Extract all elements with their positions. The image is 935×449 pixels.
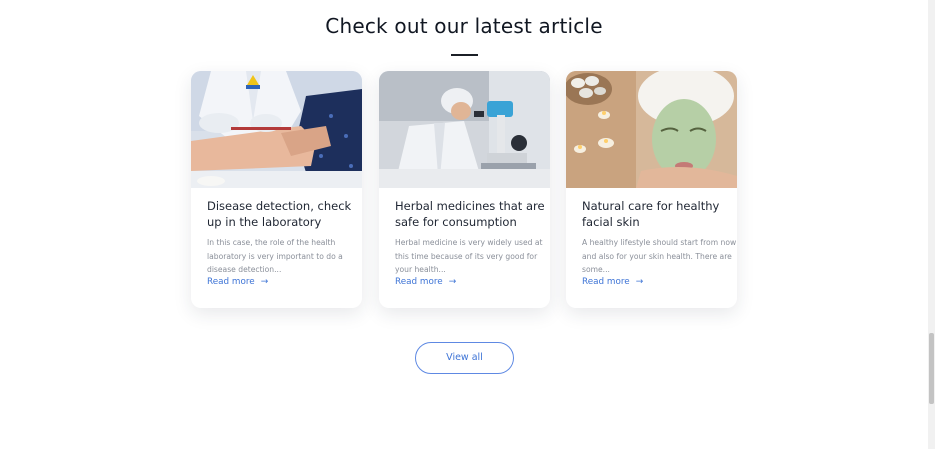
article-card[interactable]: Herbal medicines that are safe for consu…	[379, 71, 550, 308]
arrow-right-icon: →	[448, 277, 457, 287]
article-excerpt: Herbal medicine is very widely used at t…	[395, 238, 543, 275]
read-more-label: Read more	[207, 277, 255, 287]
article-card[interactable]: Natural care for healthy facial skin A h…	[566, 71, 737, 308]
scrollbar-thumb[interactable]	[929, 333, 934, 404]
arrow-right-icon: →	[260, 277, 269, 287]
section-title: Check out our latest article	[325, 14, 603, 38]
title-divider	[451, 54, 478, 56]
view-all-button[interactable]: View all	[415, 342, 514, 374]
article-image-lab[interactable]	[191, 71, 362, 188]
articles-section: Check out our latest article Disease det…	[0, 0, 928, 449]
read-more-link[interactable]: Read more →	[395, 277, 456, 287]
article-card[interactable]: Disease detection, check up in the labor…	[191, 71, 362, 308]
article-excerpt: In this case, the role of the health lab…	[207, 238, 343, 275]
article-image-microscope[interactable]	[379, 71, 550, 188]
article-title[interactable]: Natural care for healthy facial skin	[582, 198, 732, 230]
article-excerpt: A healthy lifestyle should start from no…	[582, 238, 737, 275]
read-more-label: Read more	[395, 277, 443, 287]
read-more-label: Read more	[582, 277, 630, 287]
article-title[interactable]: Herbal medicines that are safe for consu…	[395, 198, 545, 230]
article-image-facial-mask[interactable]	[566, 71, 737, 188]
article-title[interactable]: Disease detection, check up in the labor…	[207, 198, 357, 230]
arrow-right-icon: →	[635, 277, 644, 287]
read-more-link[interactable]: Read more →	[207, 277, 268, 287]
read-more-link[interactable]: Read more →	[582, 277, 643, 287]
